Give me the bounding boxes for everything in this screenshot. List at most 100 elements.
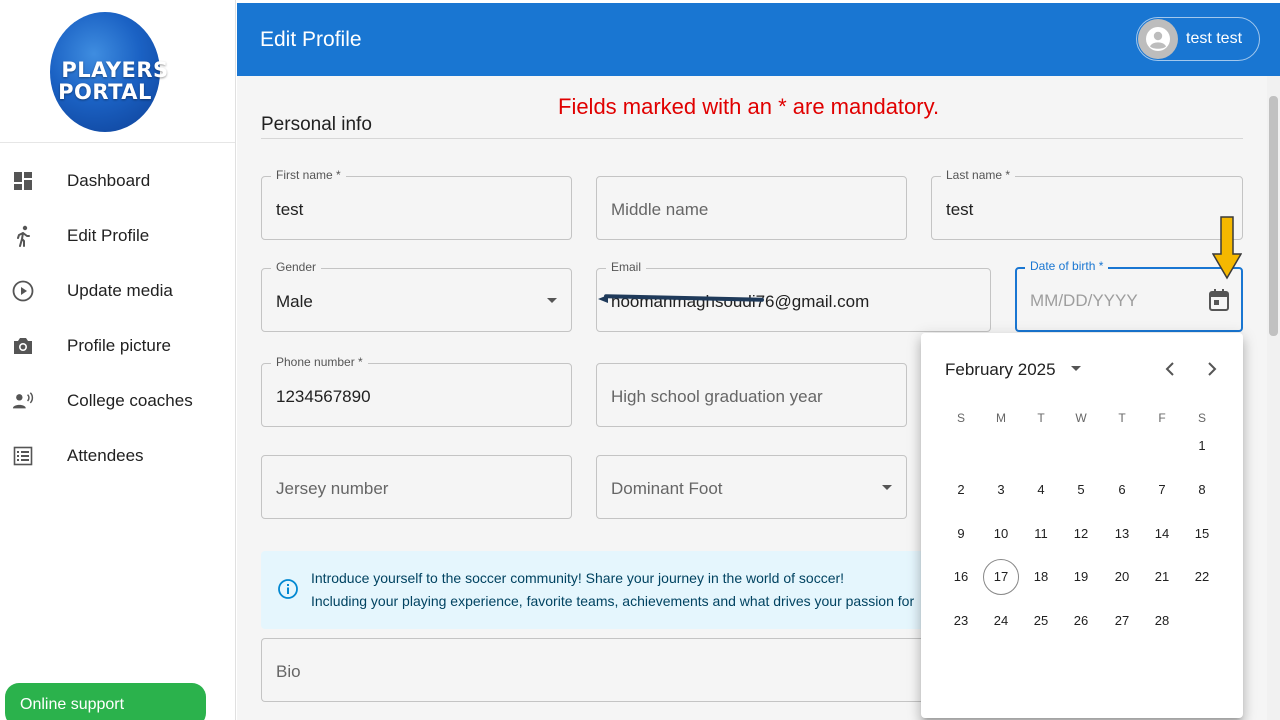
sidebar-item-dashboard[interactable]: Dashboard <box>0 153 235 208</box>
weekday-header: M <box>996 411 1006 425</box>
calendar-day[interactable]: 11 <box>1023 516 1059 552</box>
dominant-foot-placeholder: Dominant Foot <box>611 479 723 498</box>
calendar-day[interactable]: 23 <box>943 603 979 639</box>
user-name: test test <box>1186 30 1243 47</box>
players-portal-logo[interactable]: PLAYERS PORTAL <box>50 12 168 132</box>
calendar-day[interactable]: 6 <box>1104 472 1140 508</box>
calendar-day[interactable]: 27 <box>1104 603 1140 639</box>
date-of-birth-placeholder: MM/DD/YYYY <box>1030 291 1138 310</box>
bio-placeholder: Bio <box>276 662 301 681</box>
calendar-day[interactable]: 22 <box>1184 559 1220 595</box>
calendar-day[interactable]: 5 <box>1063 472 1099 508</box>
jersey-number-placeholder: Jersey number <box>276 479 389 498</box>
last-name-value: test <box>946 200 974 219</box>
calendar-day[interactable]: 24 <box>983 603 1019 639</box>
email-label: Email <box>606 260 647 274</box>
app-header: Edit Profile test test <box>237 3 1280 76</box>
speaker-person-icon <box>12 390 34 412</box>
email-field[interactable]: Email hoomanmaghsoudi76@gmail.com <box>596 260 991 332</box>
chevron-down-icon <box>882 485 892 490</box>
calendar-day[interactable]: 2 <box>943 472 979 508</box>
sidebar-nav: Dashboard Edit Profile Update media Prof… <box>0 143 235 483</box>
sidebar-item-label: Dashboard <box>67 170 151 190</box>
middle-name-field[interactable]: Middle name <box>596 176 907 240</box>
sidebar-item-college-coaches[interactable]: College coaches <box>0 373 235 428</box>
date-of-birth-label: Date of birth * <box>1025 259 1109 273</box>
calendar-day[interactable]: 28 <box>1144 603 1180 639</box>
annotation-arrow-icon <box>1211 216 1243 285</box>
jersey-number-field[interactable]: Jersey number <box>261 455 572 519</box>
weekday-header: S <box>956 411 965 425</box>
calendar-day[interactable]: 25 <box>1023 603 1059 639</box>
first-name-value: test <box>276 200 304 219</box>
bio-field[interactable]: Bio <box>261 638 961 702</box>
calendar-day[interactable]: 4 <box>1023 472 1059 508</box>
online-support-button[interactable]: Online support <box>5 683 206 720</box>
calendar-day[interactable]: 19 <box>1063 559 1099 595</box>
middle-name-placeholder: Middle name <box>611 200 709 219</box>
year-dropdown-icon[interactable] <box>1071 366 1081 371</box>
calendar-day-today[interactable]: 17 <box>983 559 1019 595</box>
graduation-year-placeholder: High school graduation year <box>611 387 823 406</box>
calendar-day[interactable]: 13 <box>1104 516 1140 552</box>
calendar-day[interactable]: 7 <box>1144 472 1180 508</box>
calendar-icon[interactable] <box>1208 288 1230 317</box>
camera-icon <box>12 335 34 357</box>
play-circle-icon <box>12 280 34 302</box>
calendar-day[interactable]: 12 <box>1063 516 1099 552</box>
gender-select[interactable]: Gender Male <box>261 260 572 332</box>
mandatory-note: Fields marked with an * are mandatory. <box>558 94 940 119</box>
first-name-field[interactable]: First name * test <box>261 168 572 240</box>
info-icon <box>277 578 299 605</box>
calendar-day[interactable]: 3 <box>983 472 1019 508</box>
graduation-year-field[interactable]: High school graduation year <box>596 363 907 427</box>
calendar-day[interactable]: 14 <box>1144 516 1180 552</box>
sidebar-item-label: Update media <box>67 280 173 300</box>
sidebar-item-label: Profile picture <box>67 335 171 355</box>
scrollbar-thumb[interactable] <box>1269 96 1278 336</box>
section-title: Personal info <box>261 114 372 135</box>
logo-area: PLAYERS PORTAL <box>0 0 235 143</box>
chevron-right-icon <box>1208 362 1217 376</box>
phone-number-field[interactable]: Phone number * 1234567890 <box>261 355 572 427</box>
calendar-day[interactable]: 1 <box>1184 428 1220 464</box>
calendar-day[interactable]: 21 <box>1144 559 1180 595</box>
calendar-day[interactable]: 8 <box>1184 472 1220 508</box>
page-scrollbar[interactable] <box>1267 76 1280 720</box>
calendar-day[interactable]: 18 <box>1023 559 1059 595</box>
section-divider <box>261 138 1243 139</box>
date-of-birth-field[interactable]: Date of birth * MM/DD/YYYY <box>1015 259 1243 332</box>
page-title: Edit Profile <box>260 28 362 51</box>
chevron-down-icon <box>547 298 557 303</box>
weekday-header: S <box>1197 411 1206 425</box>
user-menu-button[interactable]: test test <box>1136 17 1260 61</box>
calendar-day[interactable]: 10 <box>983 516 1019 552</box>
weekday-header: T <box>1037 411 1045 425</box>
sidebar-item-attendees[interactable]: Attendees <box>0 428 235 483</box>
next-month-button[interactable] <box>1201 359 1221 379</box>
logo-text-line2: PORTAL <box>58 80 152 104</box>
gender-label: Gender <box>271 260 322 274</box>
calendar-day[interactable]: 16 <box>943 559 979 595</box>
calendar-month-label[interactable]: February 2025 <box>945 360 1056 380</box>
date-picker-popup: February 2025 S M T W T F S 1 2 3 4 5 6 7 8 9 10 11 12 13 14… <box>921 333 1243 718</box>
chevron-left-icon <box>1165 362 1174 376</box>
sidebar-item-edit-profile[interactable]: Edit Profile <box>0 208 235 263</box>
calendar-day[interactable]: 9 <box>943 516 979 552</box>
list-icon <box>12 445 34 467</box>
last-name-label: Last name * <box>941 168 1016 182</box>
calendar-day[interactable]: 26 <box>1063 603 1099 639</box>
gender-value: Male <box>276 292 313 311</box>
calendar-day[interactable]: 15 <box>1184 516 1220 552</box>
weekday-header: T <box>1118 411 1126 425</box>
previous-month-button[interactable] <box>1161 359 1181 379</box>
runner-icon <box>12 225 34 247</box>
dominant-foot-select[interactable]: Dominant Foot <box>596 455 907 519</box>
calendar-day[interactable]: 20 <box>1104 559 1140 595</box>
sidebar-item-profile-picture[interactable]: Profile picture <box>0 318 235 373</box>
last-name-field[interactable]: Last name * test <box>931 168 1243 240</box>
sidebar-item-update-media[interactable]: Update media <box>0 263 235 318</box>
sidebar: PLAYERS PORTAL Dashboard Edit Profile Up… <box>0 0 236 720</box>
weekday-header: F <box>1158 411 1166 425</box>
sidebar-item-label: Attendees <box>67 445 144 465</box>
